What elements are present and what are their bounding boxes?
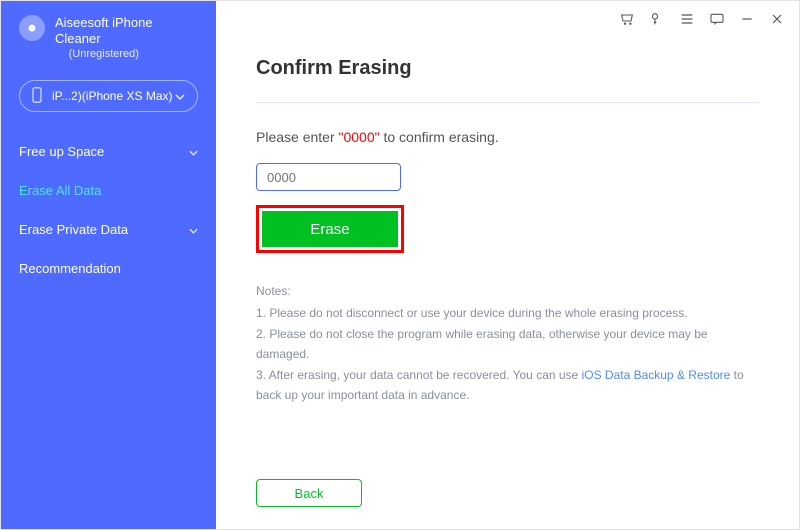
sidebar-item-label: Erase All Data bbox=[19, 183, 101, 198]
device-selector[interactable]: iP...2)(iPhone XS Max) bbox=[19, 80, 198, 112]
main-area: Confirm Erasing Please enter "0000" to c… bbox=[216, 1, 799, 529]
sidebar-item-recommendation[interactable]: Recommendation bbox=[1, 249, 216, 288]
page-title: Confirm Erasing bbox=[256, 57, 759, 80]
chevron-down-icon bbox=[189, 144, 198, 159]
note-3-pre: 3. After erasing, your data cannot be re… bbox=[256, 368, 582, 382]
sidebar-item-label: Erase Private Data bbox=[19, 222, 128, 237]
sidebar-item-label: Recommendation bbox=[19, 261, 121, 276]
confirmation-code-input[interactable] bbox=[256, 163, 401, 191]
prompt-post: to confirm erasing. bbox=[380, 129, 499, 145]
chevron-down-icon bbox=[189, 222, 198, 237]
brand-block: Aiseesoft iPhone Cleaner (Unregistered) bbox=[1, 15, 216, 74]
prompt-code: "0000" bbox=[339, 129, 380, 145]
footer: Back bbox=[216, 479, 799, 529]
back-button[interactable]: Back bbox=[256, 479, 362, 507]
prompt-pre: Please enter bbox=[256, 129, 339, 145]
sidebar-item-erase-all-data[interactable]: Erase All Data bbox=[1, 171, 216, 210]
content-panel: Confirm Erasing Please enter "0000" to c… bbox=[216, 1, 799, 479]
device-label: iP...2)(iPhone XS Max) bbox=[52, 89, 175, 103]
erase-highlight-box: Erase bbox=[256, 205, 404, 253]
sidebar-item-label: Free up Space bbox=[19, 144, 104, 159]
sidebar: Aiseesoft iPhone Cleaner (Unregistered) … bbox=[1, 1, 216, 529]
app-window: Aiseesoft iPhone Cleaner (Unregistered) … bbox=[0, 0, 800, 530]
divider bbox=[256, 102, 759, 103]
close-icon[interactable] bbox=[769, 11, 785, 27]
minimize-icon[interactable] bbox=[739, 11, 755, 27]
brand-title-line2: Cleaner bbox=[55, 31, 153, 47]
backup-restore-link[interactable]: iOS Data Backup & Restore bbox=[582, 368, 731, 382]
sidebar-item-erase-private-data[interactable]: Erase Private Data bbox=[1, 210, 216, 249]
menu-icon[interactable] bbox=[679, 11, 695, 27]
sidebar-item-free-up-space[interactable]: Free up Space bbox=[1, 132, 216, 171]
note-1: 1. Please do not disconnect or use your … bbox=[256, 303, 759, 323]
chevron-down-icon bbox=[175, 89, 185, 103]
cart-icon[interactable] bbox=[619, 11, 635, 27]
erase-button[interactable]: Erase bbox=[262, 211, 398, 247]
notes-header: Notes: bbox=[256, 281, 759, 301]
feedback-icon[interactable] bbox=[709, 11, 725, 27]
app-logo bbox=[19, 15, 45, 41]
brand-status: (Unregistered) bbox=[55, 48, 153, 60]
note-2: 2. Please do not close the program while… bbox=[256, 324, 759, 365]
confirm-prompt: Please enter "0000" to confirm erasing. bbox=[256, 129, 759, 145]
title-bar-icons bbox=[619, 11, 785, 27]
key-icon[interactable] bbox=[649, 11, 665, 27]
note-3: 3. After erasing, your data cannot be re… bbox=[256, 365, 759, 406]
phone-icon bbox=[32, 87, 44, 106]
notes-section: Notes: 1. Please do not disconnect or us… bbox=[256, 281, 759, 405]
brand-title-line1: Aiseesoft iPhone bbox=[55, 15, 153, 31]
